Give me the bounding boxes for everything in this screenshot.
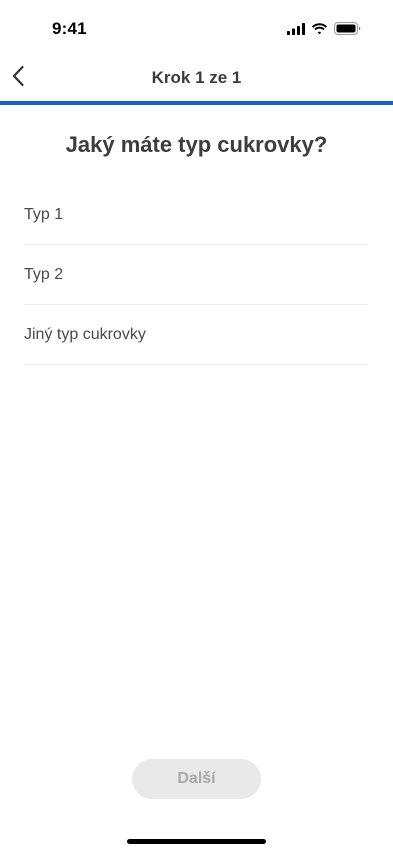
screen: 9:41 Krok 1 ze 1 Jaký máte typ cukrovky?… [0, 0, 393, 852]
option-label: Typ 1 [24, 205, 64, 223]
option-item[interactable]: Typ 2 [24, 245, 368, 305]
home-indicator [127, 839, 266, 844]
option-label: Jiný typ cukrovky [24, 325, 146, 343]
battery-icon [334, 22, 361, 35]
status-bar: 9:41 [0, 0, 393, 54]
question-title: Jaký máte typ cukrovky? [65, 132, 328, 157]
option-item[interactable]: Typ 1 [24, 185, 368, 245]
progress-fill [0, 101, 393, 105]
nav-bar: Krok 1 ze 1 [0, 54, 393, 102]
progress-bar [0, 101, 393, 105]
wifi-icon [311, 22, 328, 35]
option-item[interactable]: Jiný typ cukrovky [24, 305, 368, 365]
status-icons [287, 22, 361, 35]
cellular-signal-icon [287, 22, 305, 35]
option-label: Typ 2 [24, 265, 64, 283]
status-time: 9:41 [52, 19, 87, 38]
next-button[interactable]: Další [132, 759, 261, 799]
nav-title: Krok 1 ze 1 [151, 68, 242, 87]
options-list: Typ 1 Typ 2 Jiný typ cukrovky [24, 185, 368, 365]
